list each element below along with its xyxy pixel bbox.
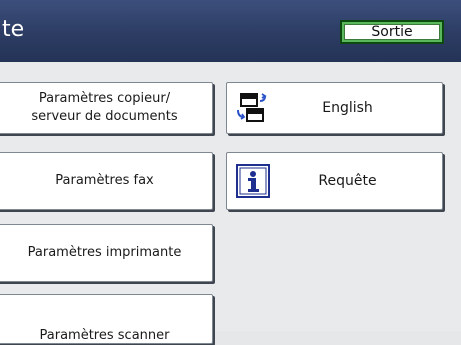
fax-settings-button[interactable]: Paramètres fax xyxy=(0,152,213,210)
settings-panel: Paramètres copieur/ serveur de documents… xyxy=(0,62,461,344)
inquiry-label: Requête xyxy=(318,173,377,189)
language-english-button[interactable]: English xyxy=(226,82,443,134)
copier-settings-label-line2: serveur de documents xyxy=(31,109,178,124)
copier-settings-label-line1: Paramètres copieur/ xyxy=(38,91,171,106)
info-icon xyxy=(233,161,273,201)
copier-document-server-settings-button[interactable]: Paramètres copieur/ serveur de documents xyxy=(0,82,213,134)
scanner-settings-button[interactable]: Paramètres scanner xyxy=(0,294,213,344)
printer-settings-label: Paramètres imprimante xyxy=(27,245,182,260)
language-english-label: English xyxy=(322,100,373,116)
language-switch-icon xyxy=(233,88,273,128)
copier-settings-label: Paramètres copieur/ serveur de documents xyxy=(31,90,177,126)
page-title: te xyxy=(2,17,25,42)
exit-button-label: Sortie xyxy=(344,24,440,40)
scanner-settings-label: Paramètres scanner xyxy=(39,328,170,343)
fax-settings-label: Paramètres fax xyxy=(55,173,154,188)
inquiry-button[interactable]: Requête xyxy=(226,152,443,210)
title-bar: te Sortie xyxy=(0,0,461,62)
printer-settings-button[interactable]: Paramètres imprimante xyxy=(0,224,213,282)
exit-button[interactable]: Sortie xyxy=(340,20,444,44)
